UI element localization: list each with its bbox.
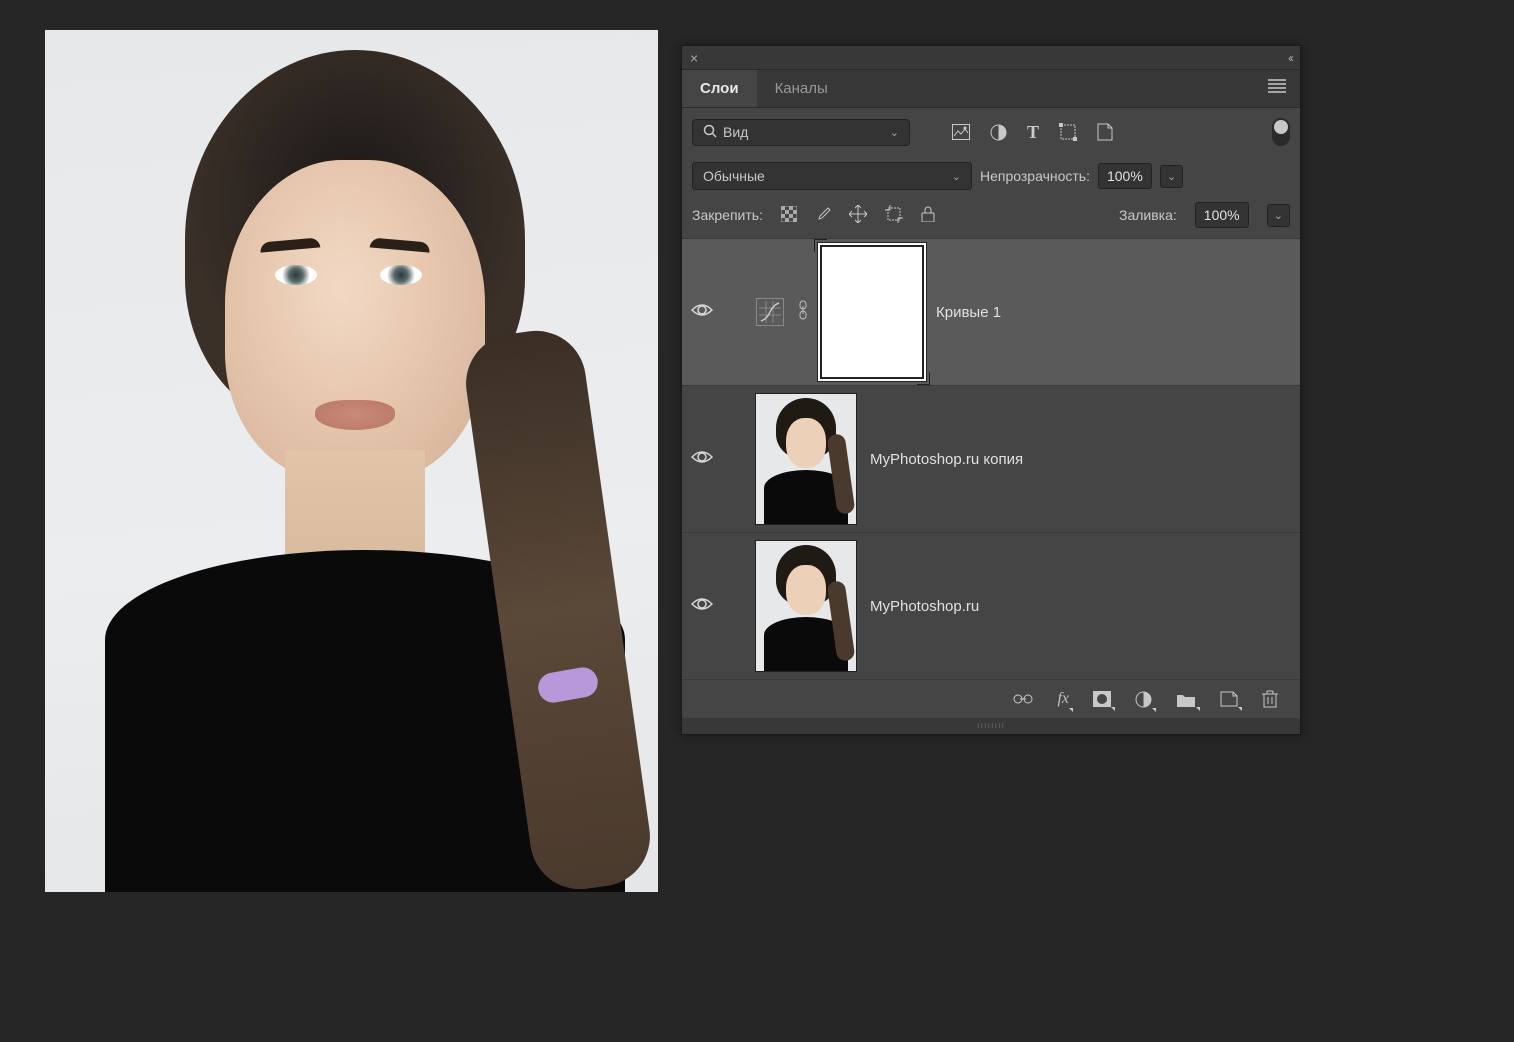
panel-titlebar: × ‹‹ bbox=[682, 46, 1300, 70]
layer-mask-thumbnail[interactable] bbox=[822, 247, 922, 377]
filter-row: Вид ⌄ T bbox=[682, 108, 1300, 156]
filter-type-label: Вид bbox=[723, 124, 748, 140]
opacity-input[interactable]: 100% bbox=[1098, 163, 1152, 189]
search-icon bbox=[703, 124, 717, 141]
fill-chevron[interactable]: ⌄ bbox=[1267, 204, 1290, 227]
layer-name[interactable]: MyPhotoshop.ru копия bbox=[870, 451, 1023, 468]
chevron-down-icon: ⌄ bbox=[890, 126, 899, 139]
layer-name[interactable]: Кривые 1 bbox=[936, 304, 1001, 321]
chevron-down-icon: ⌄ bbox=[952, 170, 961, 183]
filter-shape-icon[interactable] bbox=[1059, 123, 1077, 141]
lock-row: Закрепить: Заливка: 100% ⌄ bbox=[682, 196, 1300, 238]
layer-visibility-toggle[interactable] bbox=[682, 449, 722, 470]
layer-effects-icon[interactable]: fx bbox=[1057, 690, 1069, 708]
curves-adjustment-icon[interactable] bbox=[756, 298, 784, 326]
lock-artboard-icon[interactable] bbox=[885, 205, 903, 226]
layer-thumbnail[interactable] bbox=[756, 394, 856, 524]
fill-input[interactable]: 100% bbox=[1195, 202, 1249, 228]
layer-name[interactable]: MyPhotoshop.ru bbox=[870, 598, 979, 615]
filter-type-select[interactable]: Вид ⌄ bbox=[692, 119, 910, 146]
tab-channels[interactable]: Каналы bbox=[757, 70, 846, 107]
eye-icon bbox=[691, 449, 713, 470]
eye-icon bbox=[691, 596, 713, 617]
layers-bottom-toolbar: fx bbox=[682, 679, 1300, 718]
blend-mode-value: Обычные bbox=[703, 168, 765, 184]
filter-adjustment-icon[interactable] bbox=[990, 124, 1007, 141]
collapse-panel-icon[interactable]: ‹‹ bbox=[1288, 51, 1292, 65]
fill-label: Заливка: bbox=[1119, 207, 1177, 223]
opacity-chevron[interactable]: ⌄ bbox=[1160, 165, 1183, 188]
layer-row[interactable]: MyPhotoshop.ru bbox=[682, 532, 1300, 679]
portrait-image bbox=[45, 30, 658, 892]
filter-text-icon[interactable]: T bbox=[1027, 122, 1039, 143]
layer-row[interactable]: MyPhotoshop.ru копия bbox=[682, 385, 1300, 532]
blend-mode-select[interactable]: Обычные ⌄ bbox=[692, 162, 972, 190]
blend-row: Обычные ⌄ Непрозрачность: 100% ⌄ bbox=[682, 156, 1300, 196]
opacity-label: Непрозрачность: bbox=[980, 168, 1090, 184]
filter-smartobject-icon[interactable] bbox=[1097, 123, 1113, 141]
new-adjustment-layer-icon[interactable] bbox=[1135, 691, 1152, 708]
panel-menu-icon[interactable] bbox=[1262, 79, 1292, 98]
layer-visibility-toggle[interactable] bbox=[682, 596, 722, 617]
lock-transparency-icon[interactable] bbox=[781, 206, 797, 225]
panel-resize-grip[interactable]: ıııııııı bbox=[682, 718, 1300, 734]
layer-visibility-toggle[interactable] bbox=[682, 302, 722, 323]
layers-list: Кривые 1 MyPhotoshop.ru копия bbox=[682, 238, 1300, 679]
mask-link-icon[interactable] bbox=[798, 300, 808, 325]
lock-brush-icon[interactable] bbox=[815, 206, 831, 225]
eye-icon bbox=[691, 302, 713, 323]
new-group-icon[interactable] bbox=[1176, 692, 1196, 707]
filter-toggle[interactable] bbox=[1272, 118, 1290, 146]
layer-thumbnail[interactable] bbox=[756, 541, 856, 671]
tab-layers[interactable]: Слои bbox=[682, 70, 757, 107]
lock-all-icon[interactable] bbox=[921, 206, 935, 225]
panel-tabs: Слои Каналы bbox=[682, 70, 1300, 108]
new-layer-icon[interactable] bbox=[1220, 691, 1238, 707]
close-icon[interactable]: × bbox=[690, 50, 698, 66]
lock-position-icon[interactable] bbox=[849, 205, 867, 226]
add-mask-icon[interactable] bbox=[1093, 691, 1111, 707]
canvas-preview[interactable] bbox=[45, 30, 658, 892]
delete-layer-icon[interactable] bbox=[1262, 690, 1278, 708]
lock-label: Закрепить: bbox=[692, 207, 763, 223]
layer-row[interactable]: Кривые 1 bbox=[682, 238, 1300, 385]
layers-panel: × ‹‹ Слои Каналы Вид ⌄ T bbox=[681, 45, 1301, 735]
filter-pixel-icon[interactable] bbox=[952, 124, 970, 140]
link-layers-icon[interactable] bbox=[1013, 693, 1033, 705]
